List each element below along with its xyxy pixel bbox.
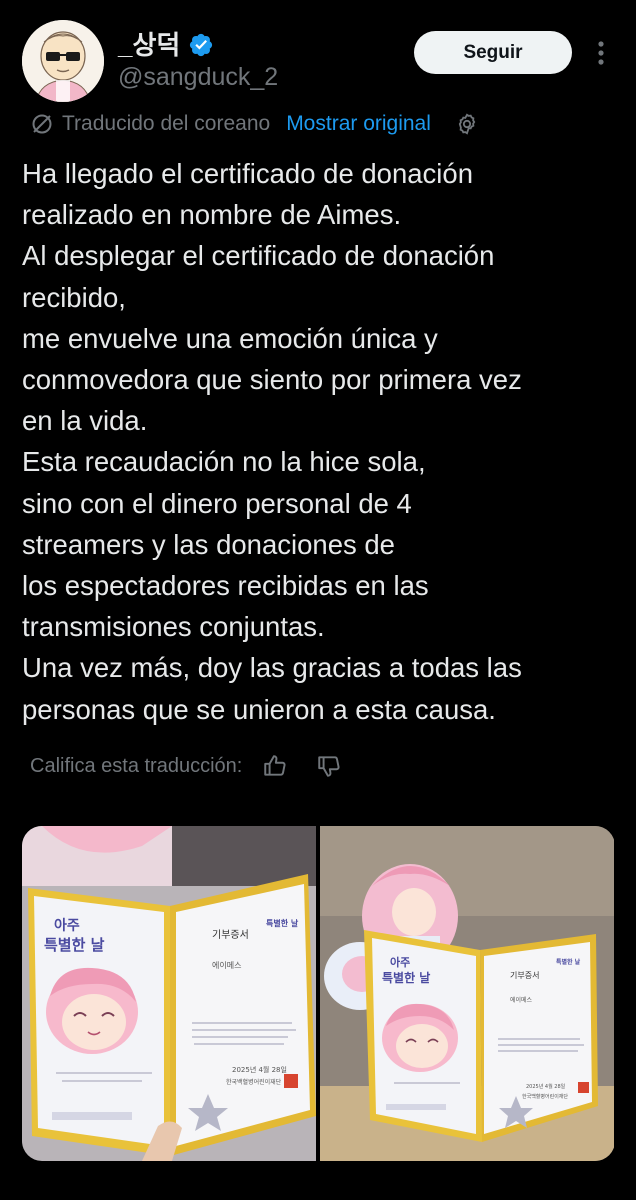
rate-translation-bar: Califica esta traducción:: [30, 752, 342, 780]
more-vertical-icon[interactable]: [591, 38, 611, 68]
tweet-line: me envuelve una emoción única y: [22, 322, 438, 354]
gear-icon[interactable]: [455, 112, 479, 136]
certificate-date-b: 2025년 4월 28일: [526, 1083, 566, 1090]
globe-slash-icon: [32, 114, 52, 134]
author-name[interactable]: _상덕: [118, 30, 214, 60]
tweet-text: Ha llegado el certificado de donación re…: [22, 153, 622, 730]
certificate-date: 2025년 4월 28일: [232, 1065, 287, 1074]
certificate-photo-left: 아주 특별한 날 기부증서 특별한 날 에이메스 2025년 4월 28일 한국…: [22, 826, 316, 1161]
tweet-line: streamers y las donaciones de: [22, 528, 395, 560]
tweet-line: Esta recaudación no la hice sola,: [22, 446, 426, 478]
certificate-title-line-1: 아주: [54, 917, 80, 934]
certificate-recipient: 에이메스: [212, 960, 241, 970]
certificate-mini-title-b: 특별한 날: [556, 958, 581, 966]
media-gallery: 아주 특별한 날 기부증서 특별한 날 에이메스 2025년 4월 28일 한국…: [22, 826, 615, 1161]
tweet-line: recibido,: [22, 281, 126, 313]
certificate-title-line-2: 특별한 날: [44, 936, 105, 954]
certificate-title-line-2-b: 특별한 날: [382, 970, 430, 985]
tweet-line: realizado en nombre de Aimes.: [22, 199, 402, 231]
photo-2[interactable]: 아주 특별한 날 기부증서 특별한 날 에이메스 2025년 4월 28일 한국…: [320, 826, 614, 1161]
avatar-image: [22, 20, 104, 102]
follow-button[interactable]: Seguir: [414, 31, 572, 74]
translation-status: Traducido del coreano: [62, 112, 271, 135]
avatar[interactable]: [22, 20, 104, 102]
certificate-doc-title-b: 기부증서: [510, 971, 539, 980]
certificate-org-b: 한국백혈병어린이재단: [522, 1093, 568, 1100]
certificate-photo-right: 아주 특별한 날 기부증서 특별한 날 에이메스 2025년 4월 28일 한국…: [320, 826, 614, 1161]
tweet-line: Al desplegar el certificado de donación: [22, 240, 495, 272]
certificate-org: 한국백혈병어린이재단: [226, 1078, 282, 1086]
tweet-line: sino con el dinero personal de 4: [22, 487, 412, 519]
certificate-recipient-b: 에이메스: [510, 996, 533, 1004]
tweet-line: Una vez más, doy las gracias a todas las: [22, 652, 522, 684]
show-original-link[interactable]: Mostrar original: [286, 112, 431, 136]
tweet-line: personas que se unieron a esta causa.: [22, 693, 496, 725]
photo-1[interactable]: 아주 특별한 날 기부증서 특별한 날 에이메스 2025년 4월 28일 한국…: [22, 826, 316, 1161]
certificate-mini-title: 특별한 날: [266, 918, 299, 928]
translation-bar: Traducido del coreano Mostrar original: [30, 110, 479, 138]
tweet-line: los espectadores recibidas en las: [22, 570, 429, 602]
rate-translation-label: Califica esta traducción:: [30, 754, 243, 777]
thumbs-down-icon[interactable]: [316, 753, 342, 779]
certificate-title-line-1-b: 아주: [390, 955, 410, 969]
tweet-line: transmisiones conjuntas.: [22, 611, 325, 643]
certificate-doc-title: 기부증서: [212, 929, 249, 941]
author-name-text[interactable]: _상덕: [118, 30, 180, 60]
tweet-line: conmovedora que siento por primera vez: [22, 364, 522, 396]
thumbs-up-icon[interactable]: [262, 753, 288, 779]
tweet-line: en la vida.: [22, 405, 148, 437]
verified-badge-icon: [190, 33, 213, 57]
author-handle[interactable]: @sangduck_2: [118, 62, 278, 92]
tweet-line: Ha llegado el certificado de donación: [22, 158, 473, 189]
